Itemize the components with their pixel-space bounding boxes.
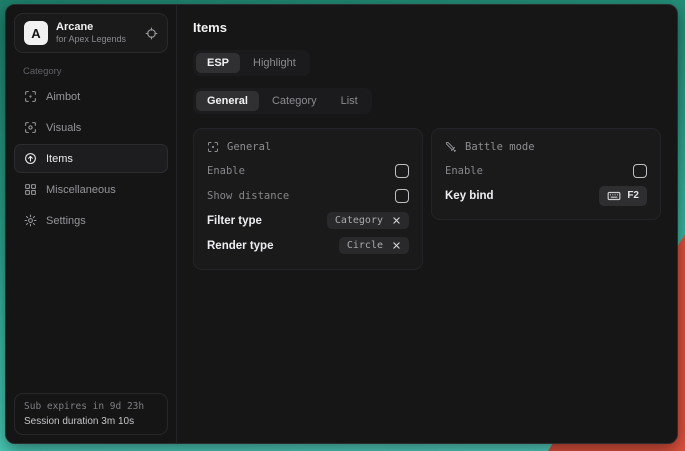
setting-label: Enable: [207, 165, 245, 177]
view-tab-group: General Category List: [193, 88, 372, 114]
visuals-scan-eye-icon: [24, 121, 37, 134]
brand-logo: A: [24, 21, 48, 45]
keybind-value: F2: [627, 190, 639, 201]
enable-checkbox[interactable]: [395, 164, 409, 178]
crosshair-icon[interactable]: [145, 27, 158, 40]
setting-row-show-distance: Show distance: [207, 183, 409, 208]
setting-row-enable: Enable: [207, 158, 409, 183]
filter-type-tag[interactable]: Category: [327, 212, 409, 229]
sidebar-item-label: Settings: [46, 215, 86, 227]
tab-category[interactable]: Category: [261, 91, 328, 111]
page-title: Items: [193, 20, 661, 35]
tag-value: Category: [335, 215, 383, 226]
tab-general[interactable]: General: [196, 91, 259, 111]
keyboard-icon: [607, 189, 621, 203]
show-distance-checkbox[interactable]: [395, 189, 409, 203]
panel-battle-mode-header: Battle mode: [445, 141, 647, 153]
sidebar: A Arcane for Apex Legends Category: [6, 5, 177, 443]
swords-icon: [445, 141, 457, 153]
setting-label: Render type: [207, 240, 273, 252]
tab-esp[interactable]: ESP: [196, 53, 240, 73]
battle-enable-checkbox[interactable]: [633, 164, 647, 178]
setting-label: Key bind: [445, 190, 494, 202]
setting-label: Show distance: [207, 190, 289, 202]
brand-card[interactable]: A Arcane for Apex Legends: [14, 13, 168, 53]
sidebar-item-label: Aimbot: [46, 91, 80, 103]
settings-gear-icon: [24, 214, 37, 227]
panel-title: General: [227, 141, 271, 153]
aimbot-crosshair-icon: [24, 90, 37, 103]
sidebar-item-settings[interactable]: Settings: [14, 206, 168, 235]
setting-row-key-bind: Key bind F2: [445, 183, 647, 208]
mode-tab-group: ESP Highlight: [193, 50, 310, 76]
sidebar-item-visuals[interactable]: Visuals: [14, 113, 168, 142]
setting-row-render-type: Render type Circle: [207, 233, 409, 258]
setting-label: Filter type: [207, 215, 262, 227]
brand-subtitle: for Apex Legends: [56, 35, 126, 45]
sidebar-item-items[interactable]: Items: [14, 144, 168, 173]
items-circle-arrow-icon: [24, 152, 37, 165]
tab-list[interactable]: List: [330, 91, 369, 111]
setting-row-enable: Enable: [445, 158, 647, 183]
category-section-label: Category: [23, 66, 168, 77]
panel-general-header: General: [207, 141, 409, 153]
misc-grid-icon: [24, 183, 37, 196]
sidebar-item-label: Items: [46, 153, 73, 165]
setting-label: Enable: [445, 165, 483, 177]
sidebar-item-label: Miscellaneous: [46, 184, 116, 196]
sidebar-item-label: Visuals: [46, 122, 81, 134]
tag-value: Circle: [347, 240, 383, 251]
subscription-card: Sub expires in 9d 23h Session duration 3…: [14, 393, 168, 435]
panel-general: General Enable Show distance Filter type…: [193, 128, 423, 270]
session-duration-text: Session duration 3m 10s: [24, 416, 158, 427]
scan-frame-icon: [207, 141, 219, 153]
main-content: Items ESP Highlight General Category Lis…: [177, 5, 677, 443]
sidebar-item-aimbot[interactable]: Aimbot: [14, 82, 168, 111]
app-window: A Arcane for Apex Legends Category: [5, 4, 678, 444]
panel-title: Battle mode: [465, 141, 535, 153]
render-type-tag[interactable]: Circle: [339, 237, 409, 254]
brand-title: Arcane: [56, 21, 126, 33]
brand-text: Arcane for Apex Legends: [56, 21, 126, 45]
sidebar-nav: Aimbot Visuals Items: [14, 82, 168, 235]
panel-battle-mode: Battle mode Enable Key bind: [431, 128, 661, 220]
keybind-chip[interactable]: F2: [599, 186, 647, 206]
tab-highlight[interactable]: Highlight: [242, 53, 307, 73]
setting-row-filter-type: Filter type Category: [207, 208, 409, 233]
settings-panels: General Enable Show distance Filter type…: [193, 128, 661, 270]
sidebar-item-miscellaneous[interactable]: Miscellaneous: [14, 175, 168, 204]
close-icon[interactable]: [392, 241, 401, 250]
sub-expires-text: Sub expires in 9d 23h: [24, 401, 158, 412]
close-icon[interactable]: [392, 216, 401, 225]
